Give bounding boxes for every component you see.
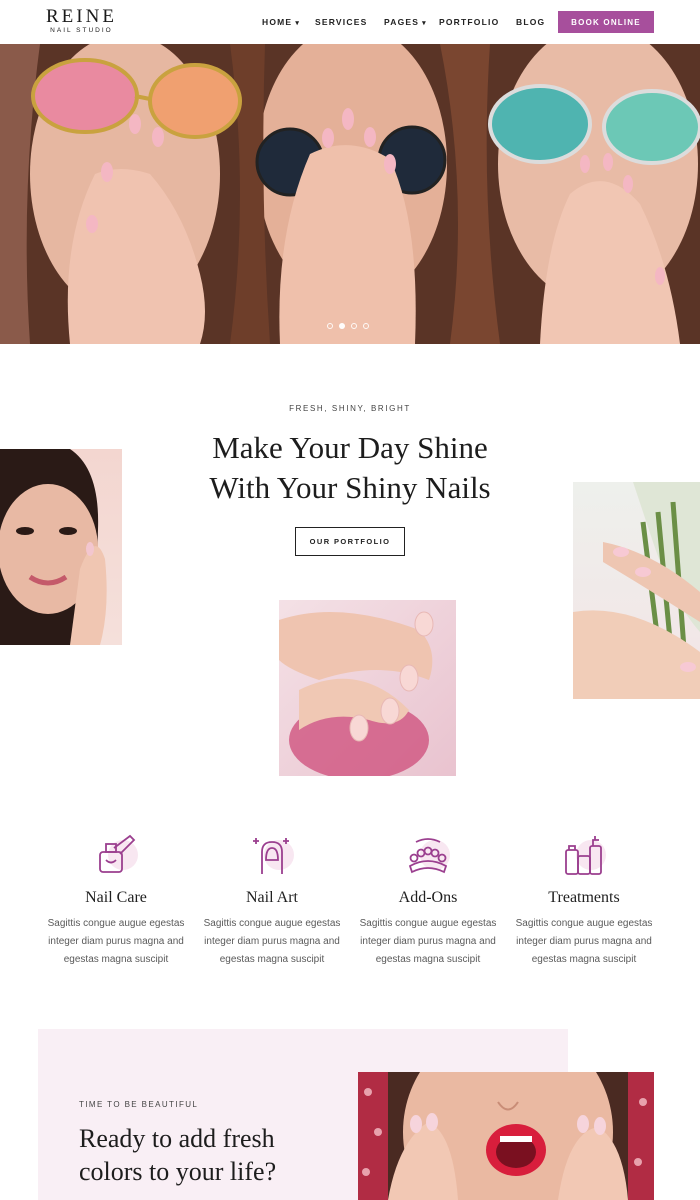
cta-heading: Ready to add fresh colors to your life? xyxy=(79,1122,329,1188)
slide-dot-2[interactable] xyxy=(339,323,345,329)
service-title: Add-Ons xyxy=(398,889,458,906)
model-portrait-photo xyxy=(0,449,122,645)
nav-home-label: HOME xyxy=(262,17,293,27)
nav-portfolio[interactable]: PORTFOLIO xyxy=(439,17,499,27)
cosmetics-bottles-icon xyxy=(554,832,614,880)
cta-heading-line-1: Ready to add fresh xyxy=(79,1124,275,1153)
nav-home[interactable]: HOME ▾ xyxy=(262,17,300,27)
headline-line-2: With Your Shiny Nails xyxy=(209,470,491,505)
hero-image xyxy=(0,44,700,344)
nail-polish-icon xyxy=(86,832,146,880)
nav-services[interactable]: SERVICES xyxy=(315,17,367,27)
service-description: Sagittis congue augue egestas integer dia… xyxy=(359,918,497,965)
nav-portfolio-label: PORTFOLIO xyxy=(439,17,500,27)
intro-eyebrow: FRESH, SHINY, BRIGHT xyxy=(289,404,411,413)
cta-eyebrow: TIME TO BE BEAUTIFUL xyxy=(79,1100,199,1109)
service-add-ons[interactable]: Add-Ons Sagittis congue augue egestas int… xyxy=(350,832,506,969)
headline-line-1: Make Your Day Shine xyxy=(212,430,488,465)
nav-blog-label: BLOG xyxy=(516,17,546,27)
service-title: Nail Art xyxy=(246,889,298,906)
intro-headline: Make Your Day Shine With Your Shiny Nail… xyxy=(150,428,550,508)
service-nail-care[interactable]: Nail Care Sagittis congue augue egestas i… xyxy=(38,832,194,969)
service-treatments[interactable]: Treatments Sagittis congue augue egestas… xyxy=(506,832,662,969)
slider-pagination xyxy=(327,323,369,329)
slide-dot-1[interactable] xyxy=(327,323,333,329)
service-description: Sagittis congue augue egestas integer dia… xyxy=(47,918,185,965)
cta-heading-line-2: colors to your life? xyxy=(79,1157,277,1186)
nail-art-icon xyxy=(242,832,302,880)
book-online-button[interactable]: BOOK ONLINE xyxy=(558,11,654,33)
service-nail-art[interactable]: Nail Art Sagittis congue augue egestas in… xyxy=(194,832,350,969)
logo-wordmark: REINE xyxy=(46,6,117,27)
nav-services-label: SERVICES xyxy=(315,17,368,27)
our-portfolio-button[interactable]: OUR PORTFOLIO xyxy=(295,527,405,556)
nav-pages-label: PAGES xyxy=(384,17,420,27)
toe-separator-icon xyxy=(398,832,458,880)
hero-slider xyxy=(0,44,700,344)
manicure-photo xyxy=(279,600,456,776)
bouquet-hands-photo xyxy=(573,482,700,699)
service-description: Sagittis congue augue egestas integer dia… xyxy=(203,918,341,965)
chevron-down-icon: ▾ xyxy=(422,20,427,27)
site-logo[interactable]: REINE NAIL STUDIO xyxy=(46,6,117,36)
slide-dot-4[interactable] xyxy=(363,323,369,329)
service-description: Sagittis congue augue egestas integer dia… xyxy=(515,918,653,965)
service-title: Nail Care xyxy=(85,889,147,906)
chevron-down-icon: ▾ xyxy=(295,20,301,27)
slide-dot-3[interactable] xyxy=(351,323,357,329)
nav-pages[interactable]: PAGES ▾ xyxy=(384,17,427,27)
site-header: REINE NAIL STUDIO HOME ▾ SERVICES PAGES ▾ … xyxy=(0,0,700,44)
red-lips-model-photo xyxy=(358,1072,654,1200)
service-title: Treatments xyxy=(548,889,620,906)
logo-tagline: NAIL STUDIO xyxy=(50,27,113,34)
nav-blog[interactable]: BLOG xyxy=(516,17,545,27)
